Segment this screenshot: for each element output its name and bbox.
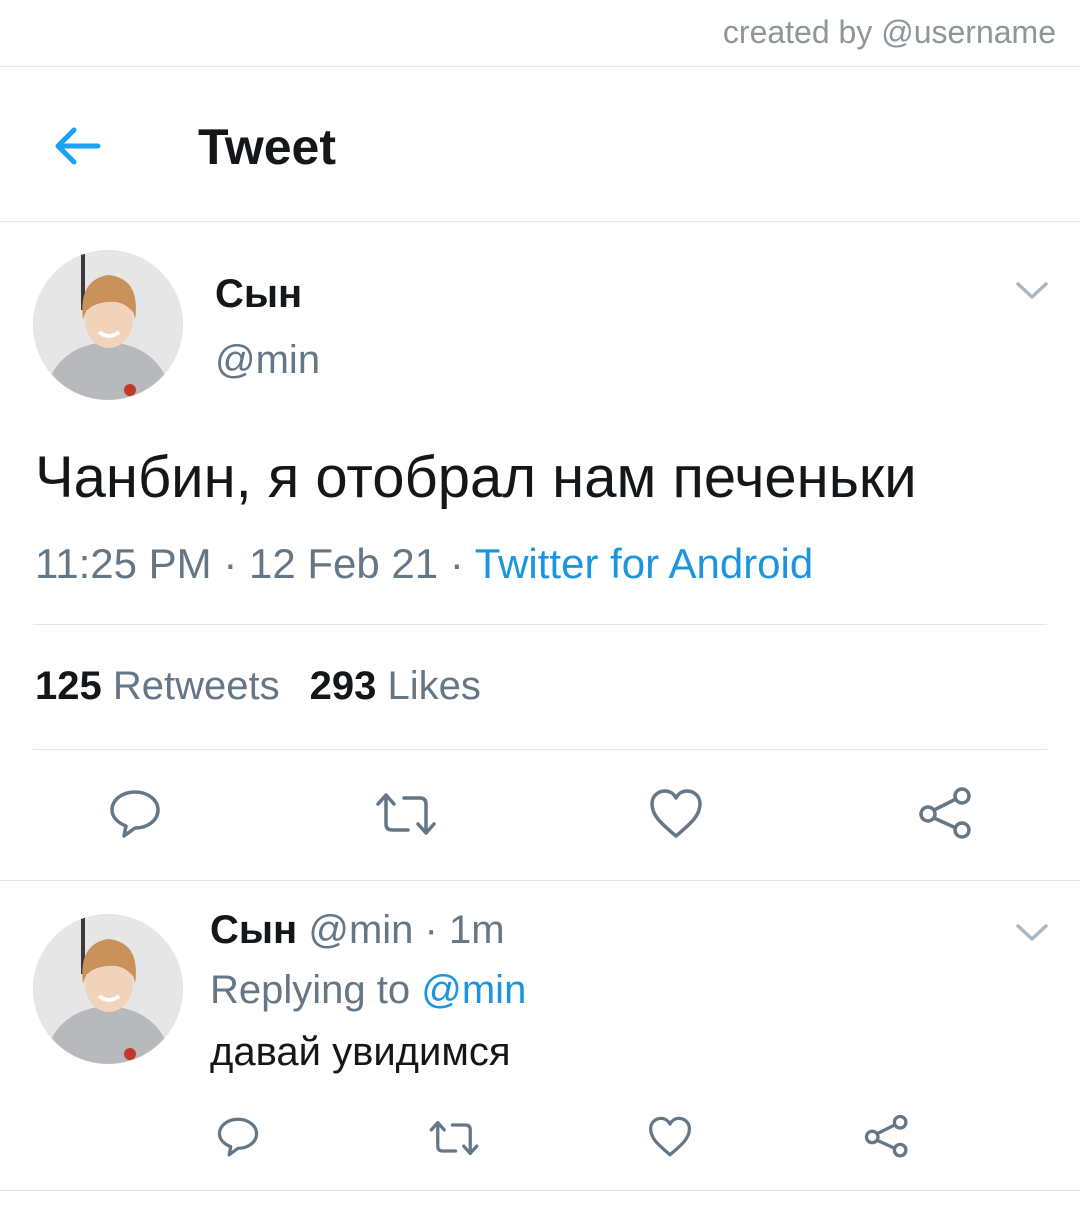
avatar[interactable] [33, 250, 183, 400]
meta-separator: · [223, 540, 238, 587]
chevron-down-icon [1016, 282, 1048, 299]
avatar-image [33, 914, 183, 1064]
reply-time: 1m [448, 908, 505, 952]
tweet-date: 12 Feb 21 [249, 540, 439, 587]
likes-label: Likes [387, 664, 481, 708]
reply-text: давай увидимся [210, 1030, 511, 1074]
reply-retweet-button[interactable] [428, 1118, 480, 1163]
retweet-icon [376, 793, 436, 835]
like-button[interactable] [648, 788, 704, 845]
arrow-left-icon [55, 127, 101, 165]
like-icon [650, 789, 702, 838]
meta-separator: · [449, 540, 464, 587]
divider [33, 624, 1047, 625]
divider [0, 1190, 1080, 1191]
reply-more-options-button[interactable] [1014, 920, 1050, 949]
likes-count: 293 [309, 664, 377, 708]
tweet-time: 11:25 PM [35, 540, 212, 587]
reply-button[interactable] [108, 788, 162, 845]
reply-icon [110, 790, 160, 838]
retweet-button[interactable] [374, 790, 438, 843]
divider [0, 221, 1080, 222]
back-button[interactable] [50, 118, 106, 174]
retweets-count: 125 [35, 664, 102, 708]
author-handle[interactable]: @min [215, 338, 320, 383]
avatar-image [33, 250, 183, 400]
share-button[interactable] [918, 786, 974, 847]
divider [0, 880, 1080, 881]
more-options-button[interactable] [1014, 278, 1050, 307]
chevron-down-icon [1016, 924, 1048, 941]
reply-avatar[interactable] [33, 914, 183, 1064]
tweet-stats: 125 Retweets 293 Likes [35, 664, 481, 709]
reply-header: Сын @min · 1m [210, 908, 505, 953]
reply-reply-button[interactable] [216, 1116, 260, 1163]
tweet-source-link[interactable]: Twitter for Android [475, 540, 813, 587]
divider [0, 66, 1080, 67]
meta-separator: · [424, 908, 438, 952]
retweets-label: Retweets [112, 664, 280, 708]
retweets-stat[interactable]: 125 Retweets [35, 664, 280, 708]
share-icon [919, 787, 971, 839]
reply-like-button[interactable] [647, 1116, 693, 1163]
likes-stat[interactable]: 293 Likes [310, 664, 481, 708]
retweet-icon [429, 1120, 479, 1156]
reply-author-handle[interactable]: @min [308, 908, 413, 952]
replying-to: Replying to @min [210, 968, 526, 1013]
replying-to-handle[interactable]: @min [421, 968, 526, 1012]
replying-to-label: Replying to [210, 968, 411, 1012]
share-icon [864, 1114, 908, 1158]
reply-author-name[interactable]: Сын [210, 908, 297, 952]
tweet-text: Чанбин, я отобрал нам печеньки [35, 445, 917, 510]
reply-icon [217, 1117, 259, 1157]
reply-share-button[interactable] [864, 1114, 910, 1165]
author-name[interactable]: Сын [215, 272, 302, 317]
like-icon [649, 1116, 691, 1157]
tweet-meta: 11:25 PM · 12 Feb 21 · Twitter for Andro… [35, 540, 813, 588]
page-title: Tweet [198, 119, 336, 175]
divider [33, 749, 1047, 750]
credit-text: created by @username [722, 14, 1056, 50]
